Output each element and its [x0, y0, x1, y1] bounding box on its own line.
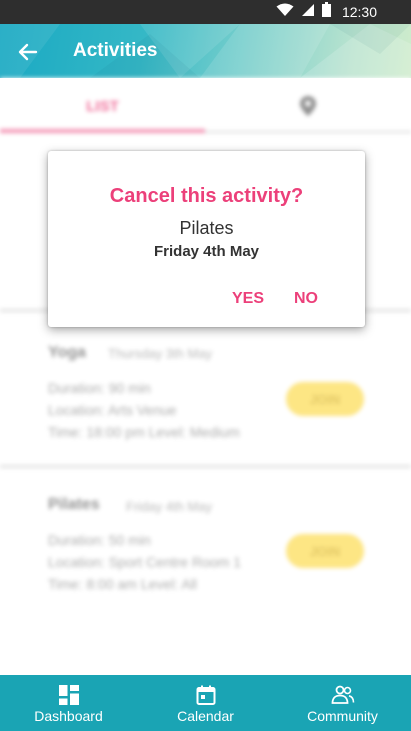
back-button[interactable]	[14, 38, 42, 66]
signal-icon	[301, 3, 315, 22]
nav-label-dashboard: Dashboard	[34, 708, 103, 724]
status-bar: 12:30	[0, 0, 411, 24]
cancel-activity-dialog: Cancel this activity? Pilates Friday 4th…	[48, 151, 365, 327]
nav-item-dashboard[interactable]: Dashboard	[0, 675, 137, 731]
nav-label-calendar: Calendar	[177, 708, 234, 724]
nav-item-calendar[interactable]: Calendar	[137, 675, 274, 731]
battery-icon	[321, 2, 331, 22]
page-title: Activities	[73, 40, 158, 61]
dialog-activity-date: Friday 4th May	[153, 243, 260, 260]
app-bar: Activities	[0, 24, 411, 78]
yes-button[interactable]: YES	[224, 283, 272, 315]
header-decoration	[0, 24, 411, 78]
status-time: 12:30	[341, 4, 377, 20]
status-icons: 12:30	[276, 0, 411, 24]
no-button[interactable]: NO	[284, 283, 328, 315]
nav-label-community: Community	[307, 708, 378, 724]
dialog-title: Cancel this activity?	[109, 185, 304, 207]
arrow-left-icon	[18, 43, 38, 61]
dialog-activity-name: Pilates	[179, 218, 234, 238]
bottom-navigation: Dashboard Calendar Community	[0, 675, 411, 731]
community-icon	[331, 685, 354, 704]
dashboard-icon	[58, 685, 79, 705]
wifi-icon	[276, 3, 294, 22]
nav-item-community[interactable]: Community	[274, 675, 411, 731]
calendar-icon	[196, 685, 215, 705]
